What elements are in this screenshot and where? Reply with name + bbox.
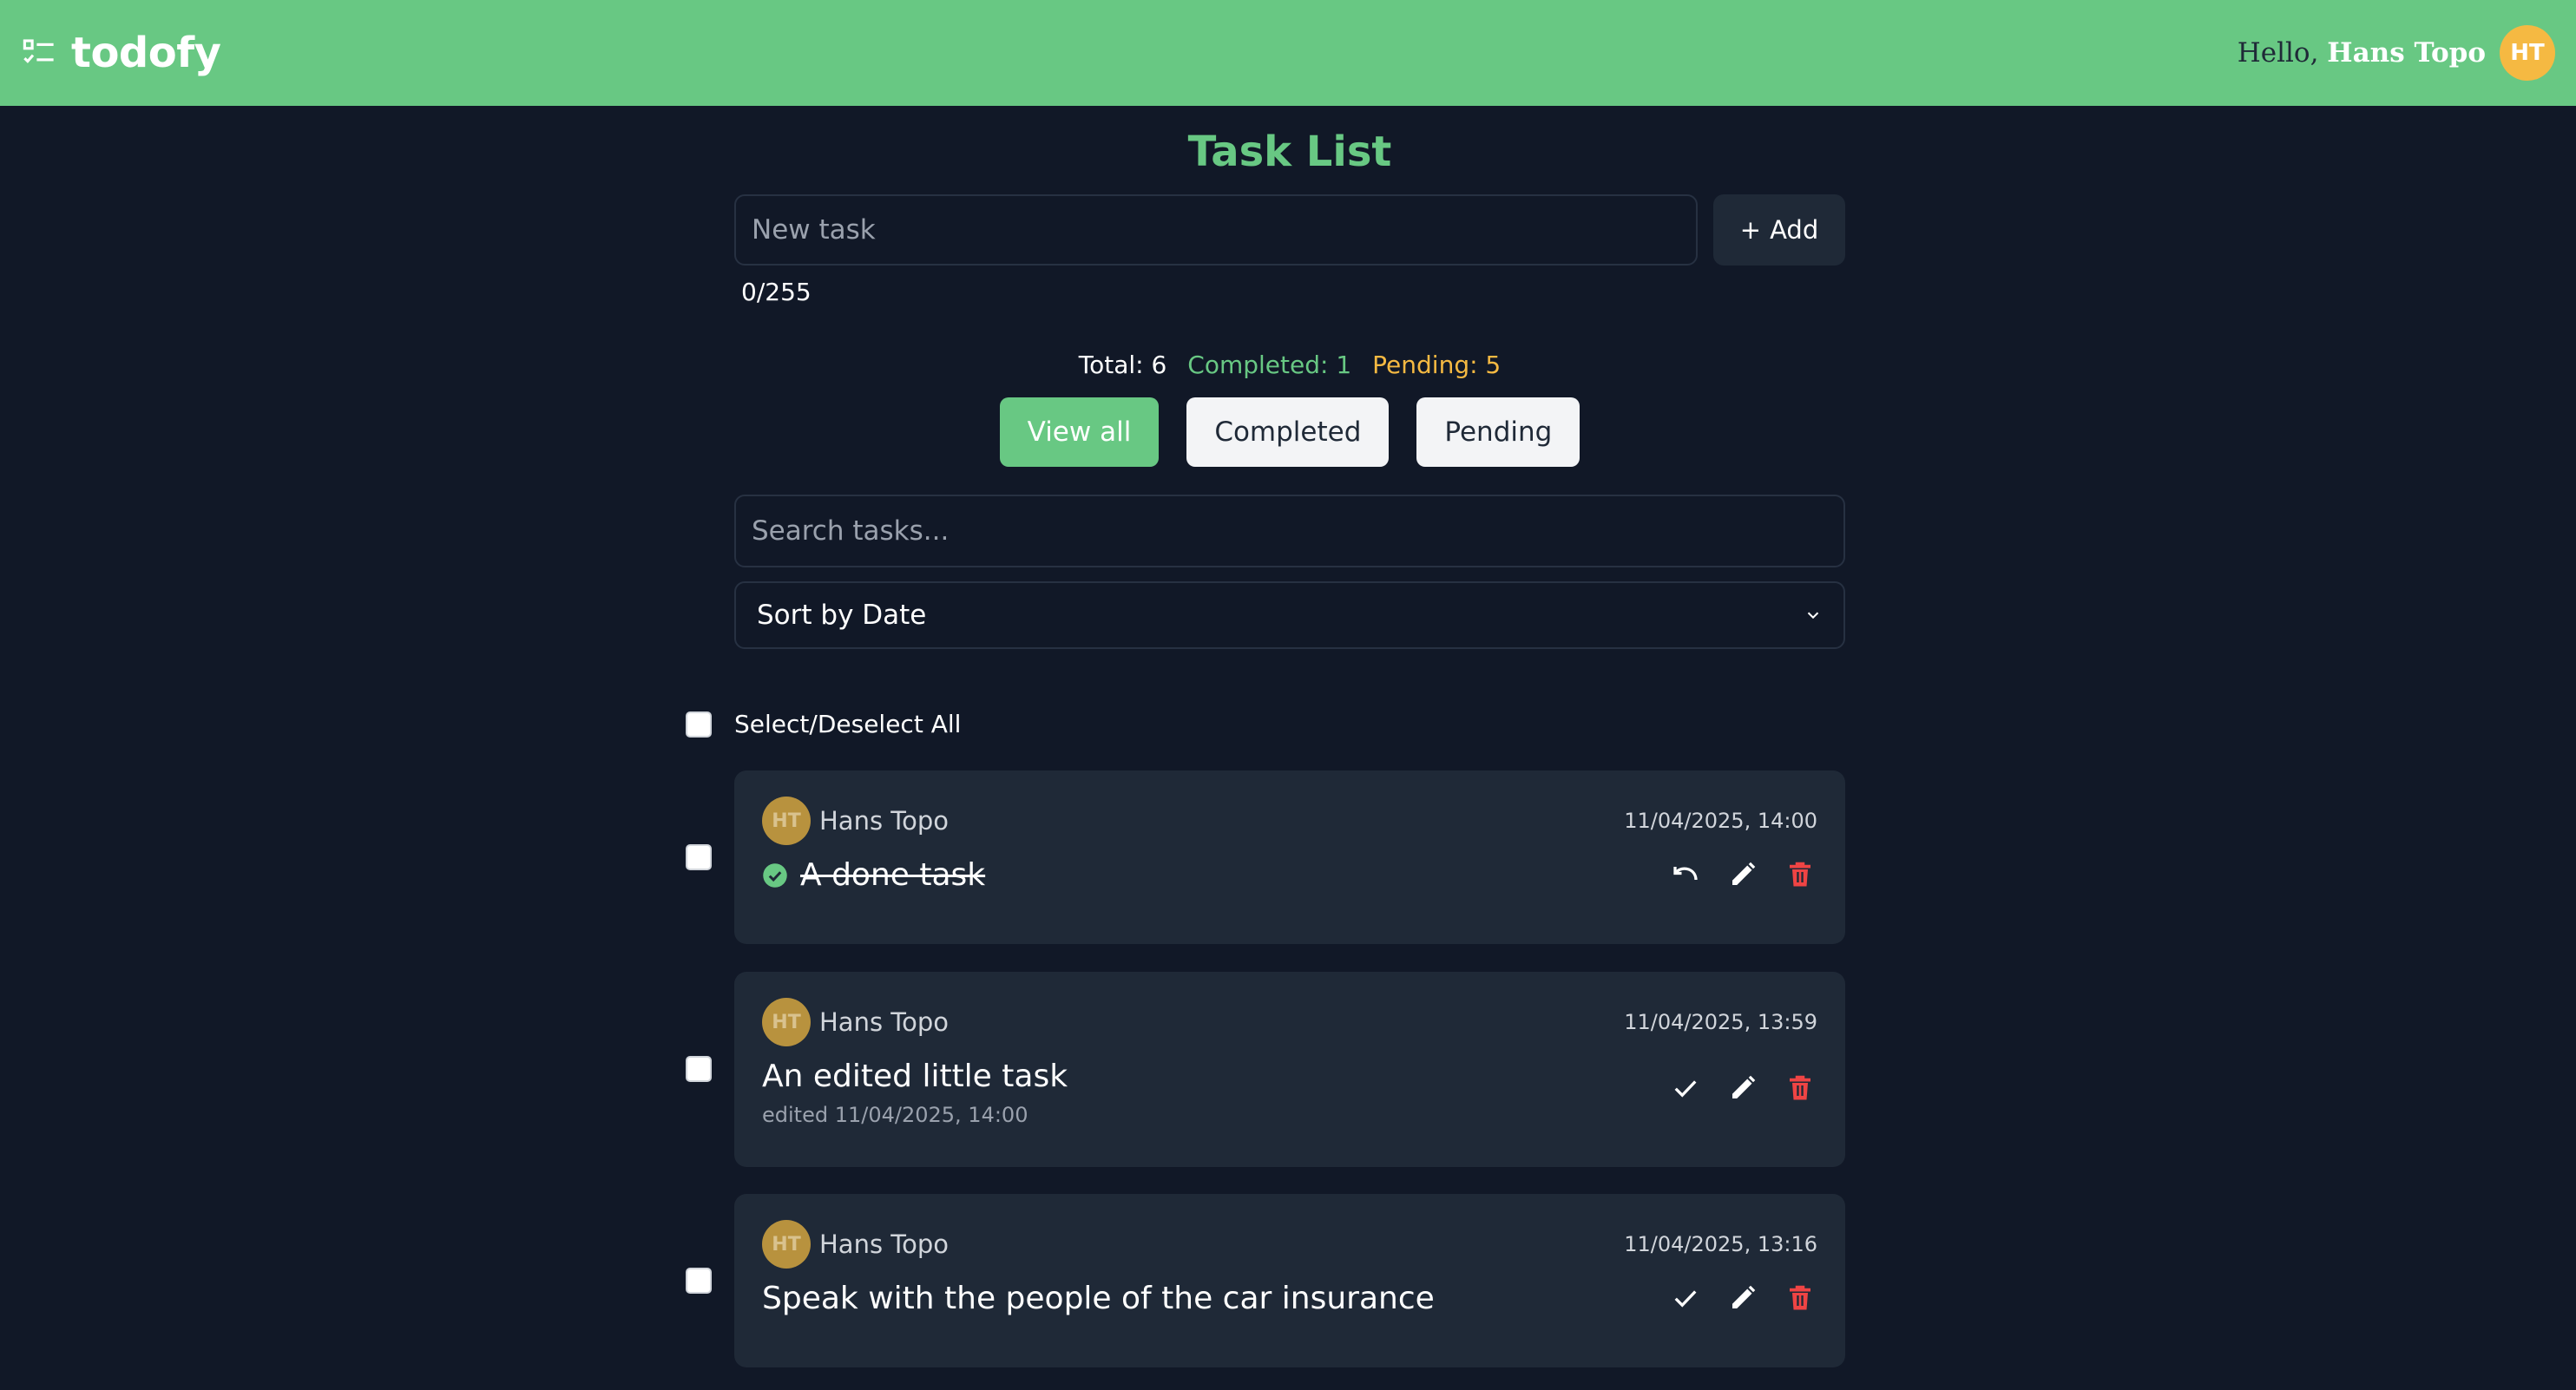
task-checkbox[interactable] xyxy=(686,1056,712,1082)
task-author: HT Hans Topo xyxy=(762,1220,949,1269)
sort-selected-value: Sort by Date xyxy=(757,600,927,631)
add-button-label: Add xyxy=(1770,215,1819,245)
brand[interactable]: todofy xyxy=(21,29,221,77)
character-counter: 0/255 xyxy=(741,278,812,306)
task-header: HT Hans Topo 11/04/2025, 14:00 xyxy=(762,797,1817,845)
chevron-down-icon xyxy=(1807,612,1819,620)
task-date: 11/04/2025, 14:00 xyxy=(1624,809,1817,833)
select-all-row: Select/Deselect All xyxy=(686,710,961,738)
author-avatar: HT xyxy=(762,797,811,845)
edit-button[interactable] xyxy=(1725,857,1760,892)
task-card: HT Hans Topo 11/04/2025, 13:16 Speak wit… xyxy=(734,1194,1845,1367)
search-input[interactable] xyxy=(734,495,1845,567)
greeting-text: Hello, xyxy=(2237,37,2319,69)
task-body: A done task xyxy=(762,857,1817,893)
add-task-button[interactable]: + Add xyxy=(1713,194,1845,266)
task-text: An edited little task xyxy=(762,1059,1068,1094)
sort-select[interactable]: Sort by Date xyxy=(734,581,1845,649)
pencil-icon xyxy=(1732,1075,1756,1098)
new-task-row: + Add xyxy=(734,194,1845,266)
checklist-icon xyxy=(23,39,54,63)
undo-icon xyxy=(1673,867,1698,881)
task-title: A done task xyxy=(762,857,985,893)
filter-completed[interactable]: Completed xyxy=(1186,397,1390,467)
task-author: HT Hans Topo xyxy=(762,797,949,845)
user-name: Hans Topo xyxy=(2327,37,2486,69)
edited-timestamp: edited 11/04/2025, 14:00 xyxy=(762,1103,1028,1127)
pencil-icon xyxy=(1732,1285,1756,1308)
task-card: HT Hans Topo 11/04/2025, 13:59 An edited… xyxy=(734,972,1845,1167)
new-task-input[interactable] xyxy=(734,194,1698,266)
filter-view-all[interactable]: View all xyxy=(999,397,1160,467)
task-content: An edited little task edited 11/04/2025,… xyxy=(762,1059,1068,1127)
task-checkbox[interactable] xyxy=(686,1268,712,1294)
select-all-label: Select/Deselect All xyxy=(734,710,962,738)
greeting: Hello, Hans Topo xyxy=(2238,37,2486,69)
select-all-checkbox[interactable] xyxy=(686,711,712,738)
trash-icon xyxy=(1790,1285,1810,1310)
author-name: Hans Topo xyxy=(819,1229,949,1259)
page-title: Task List xyxy=(1187,128,1392,176)
task-text: Speak with the people of the car insuran… xyxy=(762,1281,1435,1316)
task-author: HT Hans Topo xyxy=(762,998,949,1046)
edit-button[interactable] xyxy=(1725,1071,1760,1105)
complete-button[interactable] xyxy=(1668,1071,1703,1105)
author-avatar: HT xyxy=(762,998,811,1046)
task-header: HT Hans Topo 11/04/2025, 13:16 xyxy=(762,1220,1817,1269)
task-body: An edited little task edited 11/04/2025,… xyxy=(762,1059,1817,1127)
delete-button[interactable] xyxy=(1783,1281,1817,1315)
delete-button[interactable] xyxy=(1783,1071,1817,1105)
trash-icon xyxy=(1790,1075,1810,1100)
task-title: Speak with the people of the car insuran… xyxy=(762,1281,1435,1316)
task-card: HT Hans Topo 11/04/2025, 14:00 A done ta… xyxy=(734,770,1845,944)
delete-button[interactable] xyxy=(1783,857,1817,892)
author-avatar: HT xyxy=(762,1220,811,1269)
task-actions xyxy=(1668,1071,1817,1105)
plus-icon: + xyxy=(1739,215,1762,245)
task-date: 11/04/2025, 13:16 xyxy=(1624,1232,1817,1256)
filter-pending[interactable]: Pending xyxy=(1416,397,1580,467)
complete-button[interactable] xyxy=(1668,1281,1703,1315)
author-name: Hans Topo xyxy=(819,806,949,836)
app-name: todofy xyxy=(71,29,221,77)
author-name: Hans Topo xyxy=(819,1007,949,1037)
task-checkbox[interactable] xyxy=(686,844,712,870)
task-text: A done task xyxy=(800,857,986,893)
top-bar: todofy Hello, Hans Topo HT xyxy=(0,0,2576,106)
stat-pending: Pending: 5 xyxy=(1372,351,1502,379)
task-date: 11/04/2025, 13:59 xyxy=(1624,1010,1817,1034)
trash-icon xyxy=(1790,862,1810,887)
task-actions xyxy=(1668,857,1817,892)
check-icon xyxy=(1674,1290,1697,1308)
user-menu[interactable]: Hello, Hans Topo HT xyxy=(2238,25,2555,81)
avatar[interactable]: HT xyxy=(2500,25,2555,81)
task-panel: Task List + Add 0/255 Total: 6 Completed… xyxy=(734,106,1845,649)
task-body: Speak with the people of the car insuran… xyxy=(762,1281,1817,1316)
pencil-icon xyxy=(1732,862,1756,885)
task-stats: Total: 6 Completed: 1 Pending: 5 xyxy=(734,351,1845,380)
task-actions xyxy=(1668,1281,1817,1315)
stat-total: Total: 6 xyxy=(1078,351,1167,379)
filter-tabs: View all Completed Pending xyxy=(734,397,1845,467)
check-icon xyxy=(1674,1080,1697,1098)
edit-button[interactable] xyxy=(1725,1281,1760,1315)
task-title: An edited little task xyxy=(762,1059,1068,1094)
task-header: HT Hans Topo 11/04/2025, 13:59 xyxy=(762,998,1817,1046)
stat-completed: Completed: 1 xyxy=(1187,351,1352,379)
undo-button[interactable] xyxy=(1668,857,1703,892)
check-circle-icon xyxy=(763,862,787,888)
